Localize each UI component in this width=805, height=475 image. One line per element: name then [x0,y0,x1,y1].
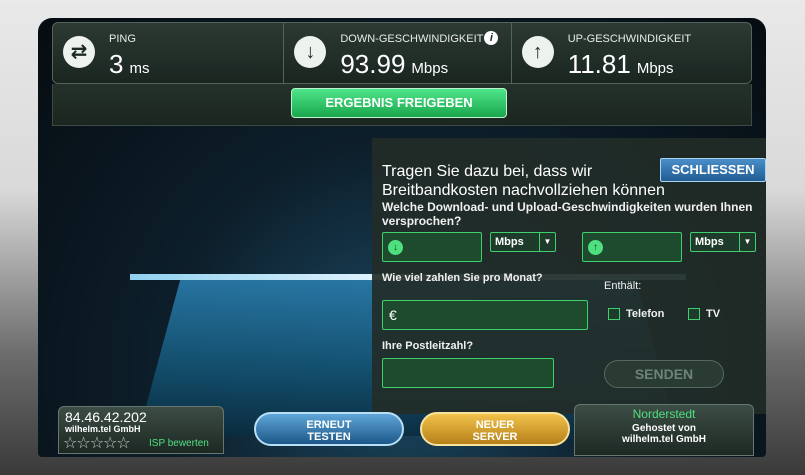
client-info-box: 84.46.42.202 wilhelm.tel GmbH ☆☆☆☆☆ ISP … [58,406,224,454]
tv-label: TV [706,308,721,320]
download-unit-value: Mbps [495,236,524,248]
ip-address: 84.46.42.202 [65,409,147,425]
upload-label: UP-GESCHWINDIGKEIT [567,33,692,45]
promised-download-input[interactable]: ↓ [382,232,482,262]
speedtest-app: ⇄ PING 3 ms ↓ DOWN-GESCHWINDIGKEIT i 93.9… [38,18,766,457]
retest-button[interactable]: ERNEUT TESTEN [254,412,404,446]
download-label: DOWN-GESCHWINDIGKEIT [340,33,484,45]
upload-unit-value: Mbps [695,236,724,248]
upload-value: 11.81 Mbps [568,49,674,80]
promised-speed-question: Welche Download- und Upload-Geschwindigk… [382,200,753,228]
download-value: 93.99 Mbps [340,49,448,80]
server-city: Norderstedt [632,407,696,421]
phone-checkbox[interactable] [608,308,620,320]
retest-line2: TESTEN [307,431,351,443]
monthly-price-input[interactable]: € [382,300,588,330]
rate-isp-link[interactable]: ISP bewerten [149,438,209,449]
download-number: 93.99 [340,49,406,79]
ping-label: PING [109,33,136,45]
chevron-down-icon: ▼ [739,233,755,251]
upload-arrow-icon: ↑ [588,240,603,255]
postcode-input[interactable] [382,358,554,388]
phone-label: Telefon [626,308,665,320]
ping-unit: ms [129,60,150,77]
postcode-question: Ihre Postleitzahl? [382,340,474,352]
info-icon[interactable]: i [484,31,499,45]
download-arrow-icon: ↓ [388,240,403,255]
upload-number: 11.81 [567,49,631,79]
download-stat: ↓ DOWN-GESCHWINDIGKEIT i 93.99 Mbps [284,23,512,83]
share-result-button[interactable]: ERGEBNIS FREIGEBEN [291,88,507,118]
hosted-by-line2: wilhelm.tel GmbH [622,434,706,445]
upload-stat: ↑ UP-GESCHWINDIGKEIT 11.81 Mbps [512,23,751,83]
new-server-line2: SERVER [472,431,518,443]
retest-line1: ERNEUT [306,419,352,431]
download-unit-select[interactable]: Mbps ▼ [490,232,556,252]
close-button[interactable]: SCHLIESSEN [660,158,766,182]
upload-unit: Mbps [636,60,674,77]
new-server-line1: NEUER [475,419,515,431]
upload-arrow-icon: ↑ [521,36,554,68]
server-host: Gehostet von wilhelm.tel GmbH [575,423,753,445]
results-bar: ⇄ PING 3 ms ↓ DOWN-GESCHWINDIGKEIT i 93.9… [52,22,752,84]
download-arrow-icon: ↓ [294,36,327,68]
ping-number: 3 [109,49,124,79]
tv-checkbox[interactable] [688,308,700,320]
price-question: Wie viel zahlen Sie pro Monat? [382,272,543,284]
hosted-by-line1: Gehostet von [632,423,696,434]
download-unit: Mbps [411,60,449,77]
send-button[interactable]: SENDEN [604,360,724,388]
includes-label: Enthält: [604,280,642,292]
upload-unit-select[interactable]: Mbps ▼ [690,232,756,252]
share-bar: ERGEBNIS FREIGEBEN [52,84,752,126]
promised-upload-input[interactable]: ↑ [582,232,682,262]
survey-popup: Tragen Sie dazu bei, dass wir Breitbandk… [372,138,766,414]
server-info-box[interactable]: Norderstedt Gehostet von wilhelm.tel Gmb… [574,404,754,456]
ping-arrows-icon: ⇄ [63,36,95,68]
isp-rating-stars[interactable]: ☆☆☆☆☆ [63,433,131,453]
ping-value: 3 ms [109,49,149,80]
currency-symbol: € [389,307,397,323]
ping-stat: ⇄ PING 3 ms [53,23,285,83]
chevron-down-icon: ▼ [539,233,555,251]
new-server-button[interactable]: NEUER SERVER [420,412,570,446]
popup-title: Tragen Sie dazu bei, dass wir Breitbandk… [382,163,665,199]
